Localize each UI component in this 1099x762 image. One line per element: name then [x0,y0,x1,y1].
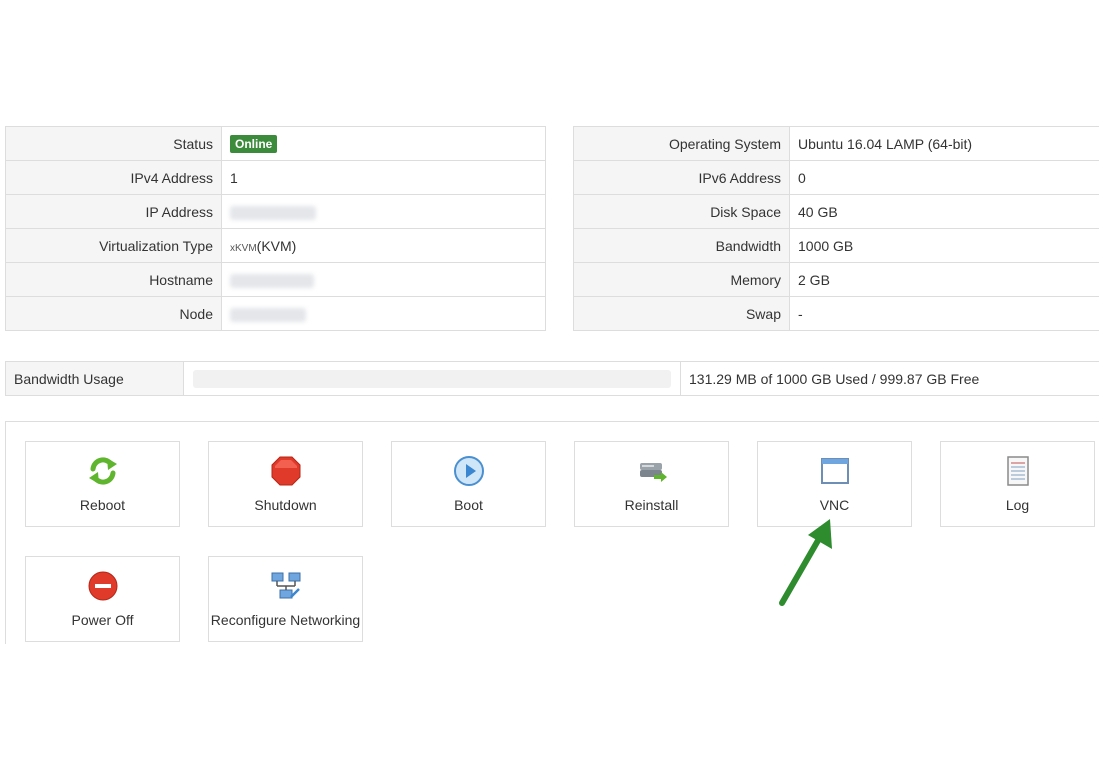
bandwidth-progress-bar [193,369,671,388]
status-row: Status Online [5,126,546,161]
bandwidth-usage-label: Bandwidth Usage [5,361,184,396]
bandwidth-value: 1000 GB [789,228,1099,263]
disk-label: Disk Space [573,194,790,229]
power-off-button[interactable]: Power Off [25,556,180,642]
disk-row: Disk Space 40 GB [573,194,1099,229]
hostname-value [221,262,546,297]
log-label: Log [1005,497,1030,513]
memory-row: Memory 2 GB [573,262,1099,297]
boot-label: Boot [454,497,483,513]
boot-button[interactable]: Boot [391,441,546,527]
os-label: Operating System [573,126,790,161]
annotation-arrow-icon [779,519,832,606]
memory-label: Memory [573,262,790,297]
node-value [221,296,546,331]
server-info-table: Status Online IPv4 Address 1 IP Address … [5,126,546,331]
stop-icon [209,455,362,487]
shutdown-button[interactable]: Shutdown [208,441,363,527]
reboot-label: Reboot [79,497,126,513]
virtualization-row: Virtualization Type xKVM(KVM) [5,228,546,263]
os-value: Ubuntu 16.04 LAMP (64-bit) [789,126,1099,161]
reinstall-icon [575,455,728,487]
status-label: Status [5,126,222,161]
bandwidth-bar-cell [183,361,681,396]
log-button[interactable]: Log [940,441,1095,527]
ipv4-value: 1 [221,160,546,195]
ipv4-label: IPv4 Address [5,160,222,195]
window-icon [758,455,911,487]
status-badge: Online [230,134,278,153]
node-row: Node [5,296,546,331]
virtualization-type: (KVM) [256,237,297,254]
redacted-ip [230,205,316,220]
ipv6-label: IPv6 Address [573,160,790,195]
swap-row: Swap - [573,296,1099,331]
play-icon [392,455,545,487]
network-icon [209,570,362,602]
ipv4-row: IPv4 Address 1 [5,160,546,195]
os-row: Operating System Ubuntu 16.04 LAMP (64-b… [573,126,1099,161]
bandwidth-row: Bandwidth 1000 GB [573,228,1099,263]
reboot-button[interactable]: Reboot [25,441,180,527]
ip-address-value [221,194,546,229]
power-off-icon [26,570,179,602]
redacted-node [230,307,306,322]
hostname-row: Hostname [5,262,546,297]
bandwidth-usage-summary: 131.29 MB of 1000 GB Used / 999.87 GB Fr… [680,361,1099,396]
bandwidth-usage-row: Bandwidth Usage 131.29 MB of 1000 GB Use… [5,361,1099,396]
node-label: Node [5,296,222,331]
power-off-label: Power Off [71,612,134,628]
ip-address-row: IP Address [5,194,546,229]
redacted-hostname [230,273,314,288]
memory-value: 2 GB [789,262,1099,297]
bandwidth-usage-table: Bandwidth Usage 131.29 MB of 1000 GB Use… [5,361,1099,396]
swap-value: - [789,296,1099,331]
reinstall-button[interactable]: Reinstall [574,441,729,527]
shutdown-label: Shutdown [254,497,317,513]
ipv6-value: 0 [789,160,1099,195]
hostname-label: Hostname [5,262,222,297]
reconfigure-networking-button[interactable]: Reconfigure Networking [208,556,363,642]
virtualization-prefix: xKVM [230,242,257,254]
status-value: Online [221,126,546,161]
swap-label: Swap [573,296,790,331]
reboot-icon [26,455,179,487]
virtualization-label: Virtualization Type [5,228,222,263]
bandwidth-label: Bandwidth [573,228,790,263]
reconfigure-networking-label: Reconfigure Networking [210,612,361,628]
virtualization-value: xKVM(KVM) [221,228,546,263]
log-icon [941,455,1094,487]
vnc-label: VNC [819,497,850,513]
ip-address-label: IP Address [5,194,222,229]
resource-info-table: Operating System Ubuntu 16.04 LAMP (64-b… [573,126,1099,331]
ipv6-row: IPv6 Address 0 [573,160,1099,195]
reinstall-label: Reinstall [624,497,679,513]
actions-panel: Reboot Shutdown Boot Reinstall VNC Log P… [5,421,1099,644]
disk-value: 40 GB [789,194,1099,229]
